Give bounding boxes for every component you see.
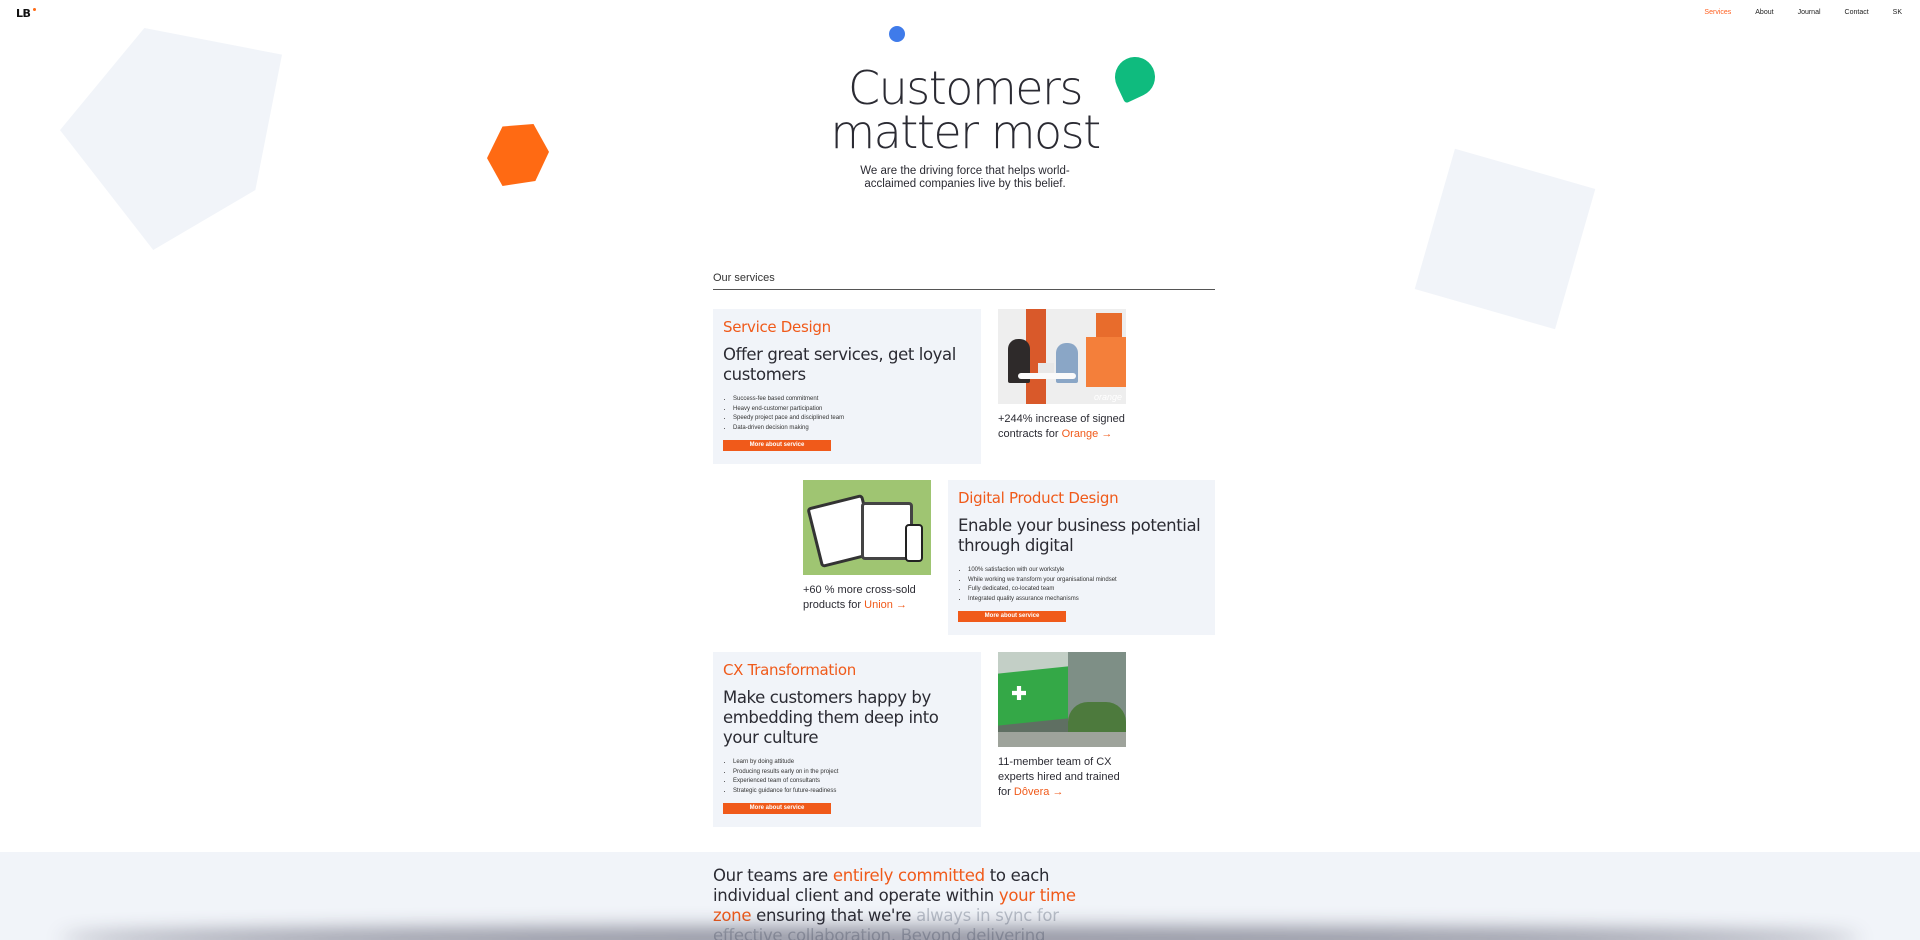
service-bullet: Experienced team of consultants <box>733 777 971 787</box>
service-card-digital-product-design: Digital Product Design Enable your busin… <box>948 480 1215 635</box>
case-study-union[interactable]: +60 % more cross-sold products for Union… <box>803 480 931 613</box>
hero-title-line2: matter most <box>830 105 1101 159</box>
service-card-cx-transformation: CX Transformation Make customers happy b… <box>713 652 981 827</box>
case-client-link[interactable]: Orange → <box>1062 428 1113 440</box>
case-client-link[interactable]: Union → <box>864 599 907 611</box>
commitment-section: Our teams are entirely committed to each… <box>0 852 1920 940</box>
service-bullets: 100% satisfaction with our workstyle Whi… <box>958 566 1205 604</box>
nav-item-about[interactable]: About <box>1755 9 1773 16</box>
decorative-pentagon <box>60 28 282 250</box>
commitment-text-part: Our teams are <box>713 866 833 885</box>
logo[interactable]: LB <box>16 7 36 20</box>
service-title: Digital Product Design <box>958 489 1119 507</box>
service-bullet: Heavy end-customer participation <box>733 405 971 415</box>
case-client-name: Union <box>864 599 893 611</box>
case-image-orange: orange <box>998 309 1126 404</box>
service-bullet: Integrated quality assurance mechanisms <box>968 595 1205 605</box>
image-brand-tag: orange <box>1093 392 1122 402</box>
service-title: Service Design <box>723 318 831 336</box>
commitment-highlight: entirely committed <box>832 866 985 885</box>
services-section: Our services <box>713 272 1215 290</box>
service-title: CX Transformation <box>723 661 856 679</box>
nav-item-services[interactable]: Services <box>1704 9 1731 16</box>
service-bullet: Speedy project pace and disciplined team <box>733 414 971 424</box>
case-client-name: Orange <box>1061 428 1099 440</box>
case-client-link[interactable]: Dôvera → <box>1014 786 1064 798</box>
commitment-text-part: ensuring that we're <box>751 906 917 925</box>
logo-text: LB <box>16 7 31 20</box>
case-study-dovera[interactable]: 11-member team of CX experts hired and t… <box>998 652 1126 800</box>
service-bullets: Learn by doing attitude Producing result… <box>723 758 971 796</box>
more-about-service-button[interactable]: More about service <box>723 803 831 815</box>
case-caption: 11-member team of CX experts hired and t… <box>998 755 1126 800</box>
nav-item-contact[interactable]: Contact <box>1845 9 1869 16</box>
hero-title: Customers matter most <box>760 65 1170 155</box>
service-bullet: 100% satisfaction with our workstyle <box>968 566 1205 576</box>
case-image-dovera <box>998 652 1126 747</box>
decorative-hexagon <box>487 124 549 186</box>
service-bullet: Learn by doing attitude <box>733 758 971 768</box>
more-about-service-button[interactable]: More about service <box>958 611 1066 623</box>
service-bullet: While working we transform your organisa… <box>968 576 1205 586</box>
hero-subtitle: We are the driving force that helps worl… <box>860 165 1070 190</box>
service-headline: Offer great services, get loyal customer… <box>723 345 956 384</box>
service-headline: Make customers happy by embedding them d… <box>723 688 939 747</box>
service-bullet: Strategic guidance for future-readiness <box>733 787 971 797</box>
arrow-right-icon: → <box>1052 786 1064 798</box>
case-caption: +244% increase of signed contracts for O… <box>998 412 1126 442</box>
arrow-right-icon: → <box>1101 428 1113 440</box>
nav-item-journal[interactable]: Journal <box>1798 9 1821 16</box>
service-bullet: Producing results early on in the projec… <box>733 768 971 778</box>
service-bullets: Success-fee based commitment Heavy end-c… <box>723 395 971 433</box>
nav-item-language[interactable]: SK <box>1893 9 1902 16</box>
case-caption: +60 % more cross-sold products for Union… <box>803 583 931 613</box>
decorative-blue-dot <box>889 26 905 42</box>
decorative-square <box>1414 148 1596 330</box>
service-bullet: Fully dedicated, co-located team <box>968 585 1205 595</box>
service-headline: Enable your business potential through d… <box>958 516 1201 555</box>
case-image-union <box>803 480 931 575</box>
arrow-right-icon: → <box>895 599 907 611</box>
logo-dot <box>33 8 36 11</box>
more-about-service-button[interactable]: More about service <box>723 440 831 452</box>
footer-shadow <box>60 928 1860 940</box>
hero: Customers matter most We are the driving… <box>760 65 1170 191</box>
services-heading: Our services <box>713 272 1215 290</box>
case-client-name: Dôvera <box>1013 786 1050 798</box>
case-study-orange[interactable]: orange +244% increase of signed contract… <box>998 309 1126 442</box>
service-card-service-design: Service Design Offer great services, get… <box>713 309 981 464</box>
top-navigation: LB Services About Journal Contact SK <box>0 0 1920 26</box>
nav-menu: Services About Journal Contact SK <box>1680 9 1902 16</box>
service-bullet: Data-driven decision making <box>733 424 971 434</box>
service-bullet: Success-fee based commitment <box>733 395 971 405</box>
